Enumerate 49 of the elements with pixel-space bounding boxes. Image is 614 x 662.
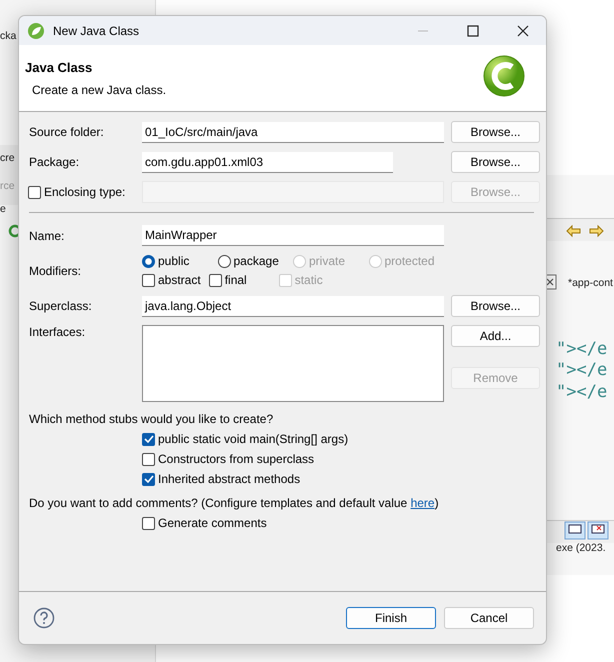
browse-button[interactable]: Browse... [451,121,540,143]
console-toolbar-icon[interactable] [563,520,611,540]
question-text: Which method stubs would you like to create? [29,412,274,426]
window-title: New Java Class [53,24,140,38]
checkbox[interactable]: abstract [142,273,201,287]
cancel-button[interactable]: Cancel [444,607,534,629]
panel-label: e [0,203,6,215]
add-button[interactable]: Add... [451,325,540,347]
editor-tab[interactable]: *app-cont [568,277,613,289]
page-title: Java Class [25,60,94,74]
interfaces-list[interactable] [142,325,444,402]
leaf-icon [27,22,45,40]
checkbox[interactable]: Enclosing type: [28,185,135,199]
panel-label: cka [0,30,16,42]
input-field[interactable]: com.gdu.app01.xml03 [142,152,393,172]
field-label: Superclass: [29,299,93,313]
input-field[interactable]: java.lang.Object [142,296,444,316]
field-label: Name: [29,228,66,242]
code-line: "></e [556,360,608,380]
question-text: Do you want to add comments? (Configure templates and default value here) [29,496,440,510]
code-line: "></e [556,382,608,402]
maximize-icon[interactable] [466,24,480,38]
checkbox[interactable]: Constructors from superclass [142,452,534,466]
help-icon[interactable] [33,607,55,629]
navigation-arrows-icon[interactable] [565,224,605,238]
input-field[interactable]: 01_IoC/src/main/java [142,122,444,142]
page-description: Create a new Java class. [31,82,166,96]
finish-button[interactable]: Finish [346,607,436,629]
field-label: Source folder: [29,125,105,139]
checkmark-icon [144,474,154,484]
field-label: Package: [29,155,80,169]
radio-button[interactable]: package [218,254,293,268]
here-link[interactable]: here [410,496,435,510]
code-line: "></e [556,339,608,359]
field-label: Modifiers: [29,264,82,278]
checkmark-icon [144,434,154,444]
checkbox[interactable]: Inherited abstract methods [142,472,534,486]
radio-button[interactable]: public [142,254,218,268]
view-tab[interactable]: cre [0,152,15,164]
field-label: Interfaces: [29,325,86,339]
checkbox[interactable]: final [208,273,247,287]
input-field[interactable]: MainWrapper [142,225,444,246]
close-icon[interactable] [516,24,530,38]
browse-button[interactable]: Browse... [451,295,540,317]
panel-label: rce [0,180,15,192]
checkbox[interactable]: Generate comments [142,516,534,530]
checkbox[interactable]: public static void main(String[] args) [142,432,534,446]
browse-button[interactable]: Browse... [451,151,540,173]
panel-label: exe (2023. [556,542,606,554]
